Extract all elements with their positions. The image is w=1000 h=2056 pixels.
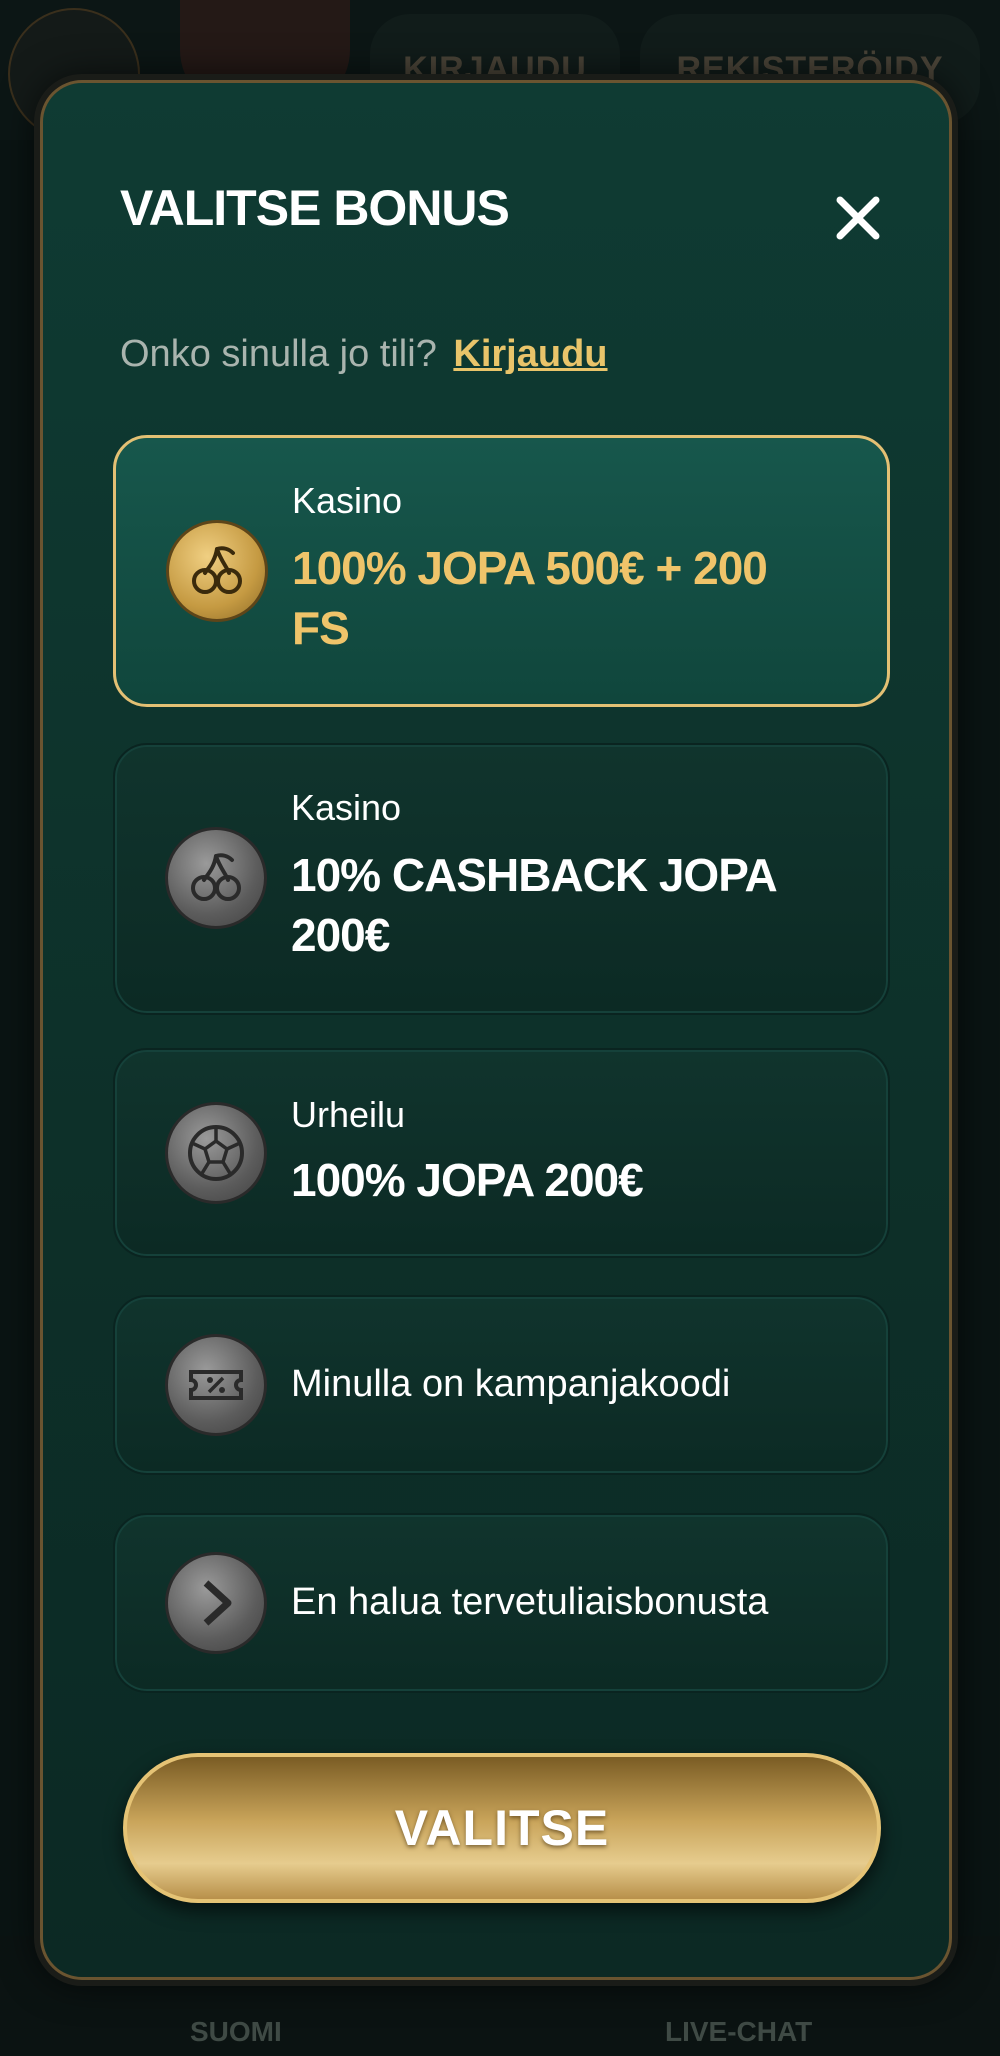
submit-button[interactable]: VALITSE — [123, 1753, 881, 1903]
option-category: Kasino — [292, 480, 403, 521]
close-button[interactable] — [823, 183, 893, 253]
login-prompt-text: Onko sinulla jo tili? — [120, 333, 437, 375]
login-link[interactable]: Kirjaudu — [453, 333, 607, 375]
background-live-chat: LIVE-CHAT — [665, 2016, 813, 2047]
ticket-percent-icon — [165, 1334, 267, 1436]
login-prompt: Onko sinulla jo tili? Kirjaudu — [120, 333, 608, 376]
option-title: 100% JOPA 200€ — [291, 1154, 644, 1206]
option-category: Urheilu — [291, 1094, 406, 1135]
option-text: Minulla on kampanjakoodi — [291, 1363, 731, 1405]
option-text: En halua tervetuliaisbonusta — [291, 1581, 769, 1623]
modal-title: VALITSE BONUS — [120, 180, 510, 236]
bonus-option-no-bonus[interactable]: En halua tervetuliaisbonusta — [113, 1513, 890, 1693]
soccer-ball-icon — [165, 1102, 267, 1204]
option-category: Kasino — [291, 787, 402, 828]
background-language: SUOMI — [190, 2016, 282, 2047]
option-title: 10% CASHBACK JOPA 200€ — [291, 849, 776, 961]
bonus-option-promo-code[interactable]: Minulla on kampanjakoodi — [113, 1295, 890, 1475]
cherries-icon — [165, 827, 267, 929]
close-icon — [836, 196, 880, 240]
bonus-modal: VALITSE BONUS Onko sinulla jo tili? Kirj… — [40, 80, 952, 1980]
cherries-icon — [166, 520, 268, 622]
chevron-right-icon — [165, 1552, 267, 1654]
bonus-option-casino-welcome[interactable]: Kasino 100% JOPA 500€ + 200 FS — [113, 435, 890, 707]
option-title: 100% JOPA 500€ + 200 FS — [292, 542, 768, 654]
bonus-option-casino-cashback[interactable]: Kasino 10% CASHBACK JOPA 200€ — [113, 743, 890, 1015]
bonus-option-sports[interactable]: Urheilu 100% JOPA 200€ — [113, 1048, 890, 1258]
